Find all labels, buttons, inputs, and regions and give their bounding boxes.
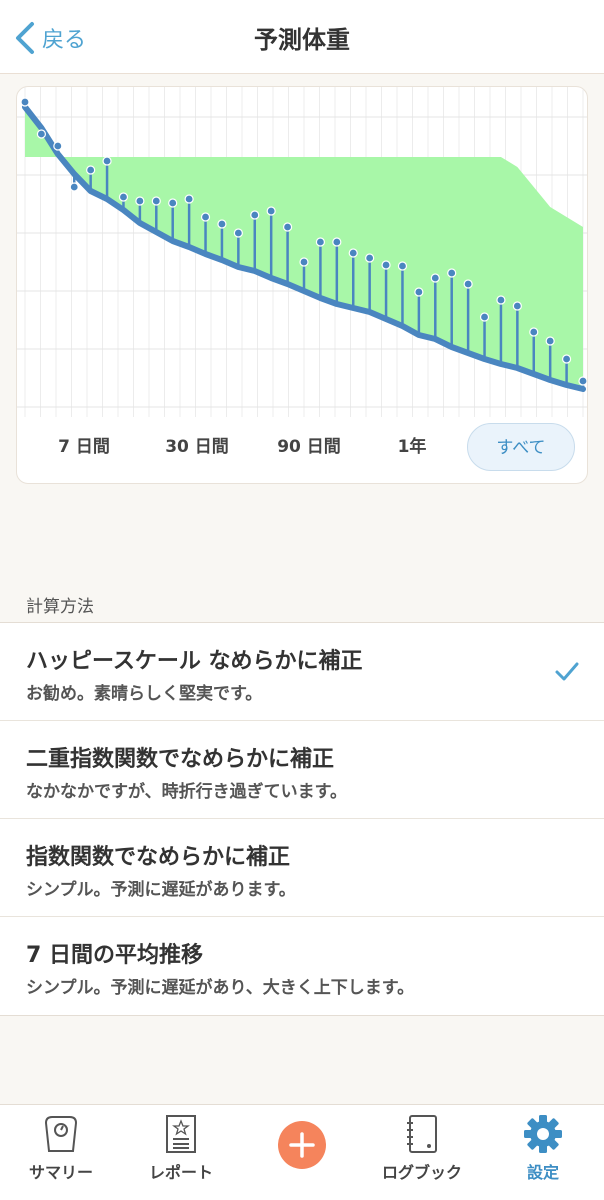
tab-logbook[interactable]: ログブック bbox=[366, 1105, 478, 1200]
weight-data-point bbox=[365, 253, 375, 263]
method-subtitle: シンプル。予測に遅延があり、大きく上下します。 bbox=[26, 978, 415, 998]
tab-label: ログブック bbox=[381, 1163, 462, 1182]
method-title: ハッピースケール なめらかに補正 bbox=[26, 649, 363, 674]
weight-data-point bbox=[217, 219, 227, 229]
weight-data-point bbox=[332, 237, 342, 247]
weight-data-point bbox=[414, 287, 424, 297]
range-label: 1年 bbox=[397, 437, 427, 457]
weight-data-point bbox=[529, 327, 539, 337]
weight-data-point bbox=[135, 196, 145, 206]
tab-label: 設定 bbox=[526, 1163, 559, 1182]
range-selector: 7 日間 30 日間 90 日間 1年 すべて bbox=[17, 421, 587, 473]
range-30-days-button[interactable]: 30 日間 bbox=[147, 423, 247, 471]
weight-data-point bbox=[118, 192, 129, 202]
method-double-exponential[interactable]: 二重指数関数でなめらかに補正 なかなかですが、時折行き過ぎています。 bbox=[0, 721, 604, 819]
range-label: 30 日間 bbox=[165, 437, 229, 457]
method-title: 指数関数でなめらかに補正 bbox=[26, 845, 291, 870]
range-90-days-button[interactable]: 90 日間 bbox=[259, 423, 359, 471]
weight-data-point bbox=[512, 301, 522, 311]
tab-report[interactable]: レポート bbox=[126, 1105, 236, 1200]
weight-data-point bbox=[69, 182, 79, 192]
weight-data-point bbox=[348, 248, 358, 258]
report-icon bbox=[166, 1115, 196, 1153]
weight-data-point bbox=[233, 228, 243, 238]
method-list: ハッピースケール なめらかに補正 お勧め。素晴らしく堅実です。 二重指数関数でな… bbox=[0, 622, 604, 1016]
plus-icon bbox=[289, 1132, 315, 1158]
weight-trend-chart bbox=[17, 87, 587, 417]
method-happy-scale[interactable]: ハッピースケール なめらかに補正 お勧め。素晴らしく堅実です。 bbox=[0, 623, 604, 721]
method-title: 二重指数関数でなめらかに補正 bbox=[26, 747, 335, 772]
weight-data-point bbox=[463, 279, 473, 289]
checkmark-icon bbox=[555, 662, 579, 681]
weight-data-point bbox=[53, 141, 63, 151]
tab-summary[interactable]: サマリー bbox=[6, 1105, 116, 1200]
tab-settings[interactable]: 設定 bbox=[488, 1105, 598, 1200]
weight-data-point bbox=[381, 260, 391, 270]
weight-data-point bbox=[102, 156, 112, 166]
scale-icon bbox=[44, 1116, 78, 1152]
weight-data-point bbox=[184, 194, 194, 204]
weight-data-point bbox=[266, 206, 276, 216]
weight-data-point bbox=[299, 257, 309, 267]
range-1-year-button[interactable]: 1年 bbox=[377, 423, 447, 471]
weight-data-point bbox=[496, 295, 506, 305]
weight-chart-card: 7 日間 30 日間 90 日間 1年 すべて bbox=[16, 86, 588, 484]
weight-data-point bbox=[561, 354, 572, 364]
weight-data-point bbox=[447, 268, 457, 278]
method-subtitle: シンプル。予測に遅延があります。 bbox=[26, 880, 296, 900]
weight-data-point bbox=[250, 210, 260, 220]
range-label: 7 日間 bbox=[58, 437, 110, 457]
range-7-days-button[interactable]: 7 日間 bbox=[39, 423, 129, 471]
method-7-day-average[interactable]: 7 日間の平均推移 シンプル。予測に遅延があり、大きく上下します。 bbox=[0, 917, 604, 1015]
weight-data-point bbox=[315, 237, 326, 247]
gear-icon bbox=[524, 1115, 562, 1153]
weight-data-point bbox=[545, 336, 555, 346]
weight-data-point bbox=[20, 97, 30, 107]
weight-data-point bbox=[578, 376, 587, 386]
range-all-button[interactable]: すべて bbox=[467, 423, 575, 471]
range-label: 90 日間 bbox=[277, 437, 341, 457]
weight-data-point bbox=[168, 198, 178, 208]
weight-data-point bbox=[479, 312, 490, 322]
tab-label: サマリー bbox=[28, 1163, 93, 1182]
navigation-bar: 戻る 予測体重 bbox=[0, 0, 604, 74]
weight-data-point bbox=[397, 261, 408, 271]
tab-label: レポート bbox=[148, 1163, 213, 1182]
weight-data-point bbox=[200, 212, 211, 222]
page-title: 予測体重 bbox=[254, 26, 350, 54]
tab-bar: サマリー レポート ログブック 設定 bbox=[0, 1104, 604, 1200]
weight-data-point bbox=[282, 222, 293, 232]
method-subtitle: お勧め。素晴らしく堅実です。 bbox=[26, 684, 263, 704]
range-label: すべて bbox=[496, 438, 546, 458]
method-exponential[interactable]: 指数関数でなめらかに補正 シンプル。予測に遅延があります。 bbox=[0, 819, 604, 917]
logbook-icon bbox=[407, 1115, 437, 1153]
weight-data-point bbox=[151, 196, 161, 206]
section-label: 計算方法 bbox=[26, 597, 94, 617]
add-entry-button[interactable] bbox=[278, 1121, 326, 1169]
method-subtitle: なかなかですが、時折行き過ぎています。 bbox=[26, 782, 347, 802]
weight-data-point bbox=[430, 273, 440, 283]
method-title: 7 日間の平均推移 bbox=[26, 943, 203, 968]
weight-data-point bbox=[36, 129, 47, 139]
weight-data-point bbox=[86, 165, 96, 175]
